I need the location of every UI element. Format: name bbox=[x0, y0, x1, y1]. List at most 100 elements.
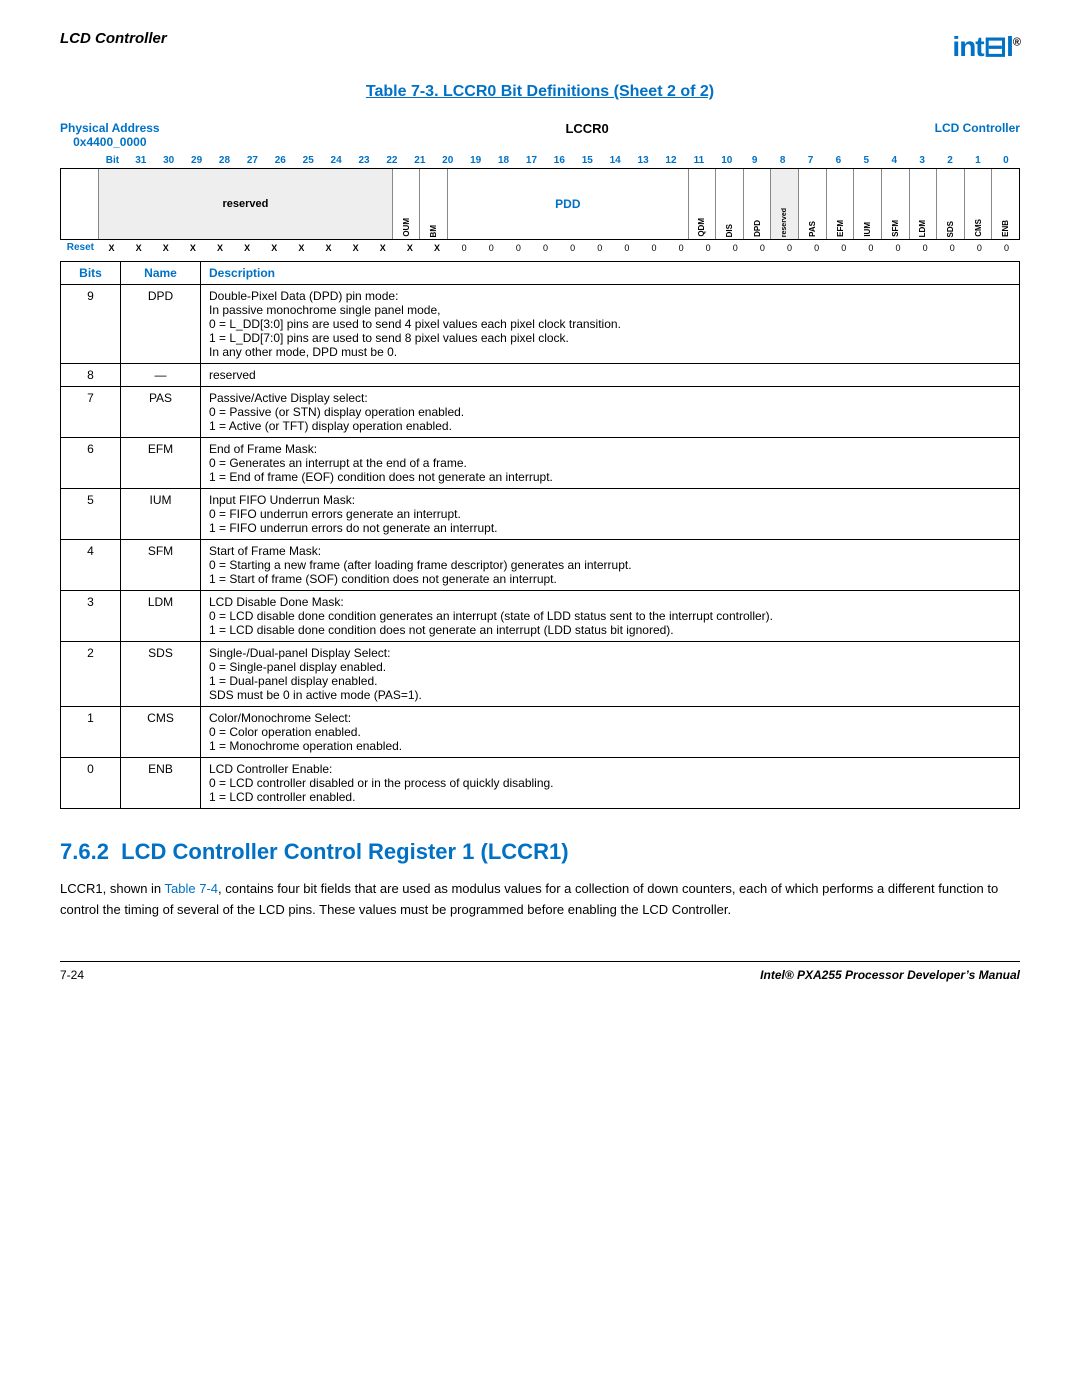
desc-ium-line3: 1 = FIFO underrun errors do not generate… bbox=[209, 521, 1011, 535]
reset-dpd: 0 bbox=[749, 243, 776, 253]
reset-ldm: 0 bbox=[912, 243, 939, 253]
bit-23: 23 bbox=[350, 155, 378, 166]
bit-18: 18 bbox=[490, 155, 518, 166]
bit-pas: 7 bbox=[61, 387, 121, 438]
desc-ium-line1: Input FIFO Underrun Mask: bbox=[209, 493, 1011, 507]
desc-pas-line3: 1 = Active (or TFT) display operation en… bbox=[209, 419, 1011, 433]
bit-5: 5 bbox=[852, 155, 880, 166]
table-row: 1 CMS Color/Monochrome Select: 0 = Color… bbox=[61, 707, 1020, 758]
bit-4: 4 bbox=[880, 155, 908, 166]
physical-address-col: Physical Address 0x4400_0000 bbox=[60, 121, 160, 149]
desc-sfm: Start of Frame Mask: 0 = Starting a new … bbox=[201, 540, 1020, 591]
sfm-field: SFM bbox=[882, 169, 910, 239]
pas-field: PAS bbox=[799, 169, 827, 239]
page-number: 7-24 bbox=[60, 968, 84, 982]
reset-sds: 0 bbox=[939, 243, 966, 253]
bit-17: 17 bbox=[518, 155, 546, 166]
section-number: 7.6.2 bbox=[60, 839, 109, 864]
bit-15: 15 bbox=[573, 155, 601, 166]
desc-sfm-line2: 0 = Starting a new frame (after loading … bbox=[209, 558, 1011, 572]
qdm-field: QDM bbox=[689, 169, 717, 239]
desc-efm: End of Frame Mask: 0 = Generates an inte… bbox=[201, 438, 1020, 489]
qdm-label: QDM bbox=[697, 218, 706, 237]
bit-1: 1 bbox=[964, 155, 992, 166]
cms-field: CMS bbox=[965, 169, 993, 239]
bit-0: 0 bbox=[992, 155, 1020, 166]
oum-label: OUM bbox=[402, 218, 411, 237]
section-intro: LCCR1, shown in bbox=[60, 881, 165, 896]
bit-30: 30 bbox=[155, 155, 183, 166]
bit-efm: 6 bbox=[61, 438, 121, 489]
reset-label: Reset bbox=[60, 242, 98, 253]
name-efm: EFM bbox=[121, 438, 201, 489]
cms-label: CMS bbox=[974, 219, 983, 237]
ium-label: IUM bbox=[863, 222, 872, 237]
desc-efm-line1: End of Frame Mask: bbox=[209, 442, 1011, 456]
table-row: 5 IUM Input FIFO Underrun Mask: 0 = FIFO… bbox=[61, 489, 1020, 540]
bit-8: 8 bbox=[769, 155, 797, 166]
bit-27: 27 bbox=[238, 155, 266, 166]
bit-enb: 0 bbox=[61, 758, 121, 809]
desc-enb-line1: LCD Controller Enable: bbox=[209, 762, 1011, 776]
description-table: Bits Name Description 9 DPD Double-Pixel… bbox=[60, 261, 1020, 809]
bit-26: 26 bbox=[266, 155, 294, 166]
reset-sfm: 0 bbox=[884, 243, 911, 253]
desc-ium-line2: 0 = FIFO underrun errors generate an int… bbox=[209, 507, 1011, 521]
bit-29: 29 bbox=[183, 155, 211, 166]
table-row: 0 ENB LCD Controller Enable: 0 = LCD con… bbox=[61, 758, 1020, 809]
dpd-field: DPD bbox=[744, 169, 772, 239]
reserved2-field: reserved bbox=[771, 169, 799, 239]
bit-ldm: 3 bbox=[61, 591, 121, 642]
pdd-field: PDD bbox=[448, 169, 689, 239]
bit-9: 9 bbox=[741, 155, 769, 166]
section-body: LCCR1, shown in Table 7-4, contains four… bbox=[60, 879, 1020, 921]
name-pas: PAS bbox=[121, 387, 201, 438]
table-title: Table 7-3. LCCR0 Bit Definitions (Sheet … bbox=[60, 83, 1020, 101]
desc-reserved2: reserved bbox=[201, 364, 1020, 387]
reset-dis: 0 bbox=[722, 243, 749, 253]
desc-cms-line2: 0 = Color operation enabled. bbox=[209, 725, 1011, 739]
oum-field: OUM bbox=[393, 169, 421, 239]
enb-field: ENB bbox=[992, 169, 1019, 239]
reserved-label: reserved bbox=[222, 198, 268, 210]
intel-logo: int⊟l® bbox=[952, 30, 1020, 63]
desc-ldm-line3: 1 = LCD disable done condition does not … bbox=[209, 623, 1011, 637]
desc-sds-line1: Single-/Dual-panel Display Select: bbox=[209, 646, 1011, 660]
desc-dpd-line4: 1 = L_DD[7:0] pins are used to send 8 pi… bbox=[209, 331, 1011, 345]
bit-sfm: 4 bbox=[61, 540, 121, 591]
reset-pdd: 0 0 0 0 0 0 0 0 0 bbox=[451, 243, 695, 253]
desc-ldm: LCD Disable Done Mask: 0 = LCD disable d… bbox=[201, 591, 1020, 642]
physical-address-value: 0x4400_0000 bbox=[60, 135, 160, 149]
section-heading: LCD Controller Control Register 1 (LCCR1… bbox=[121, 839, 568, 864]
reset-oum: X bbox=[396, 243, 423, 253]
table-row: 4 SFM Start of Frame Mask: 0 = Starting … bbox=[61, 540, 1020, 591]
name-ldm: LDM bbox=[121, 591, 201, 642]
bit-dpd: 9 bbox=[61, 285, 121, 364]
bit-21: 21 bbox=[406, 155, 434, 166]
desc-efm-line3: 1 = End of frame (EOF) condition does no… bbox=[209, 470, 1011, 484]
description-header: Description bbox=[201, 262, 1020, 285]
bit-31: 31 bbox=[127, 155, 155, 166]
desc-dpd-line3: 0 = L_DD[3:0] pins are used to send 4 pi… bbox=[209, 317, 1011, 331]
name-sfm: SFM bbox=[121, 540, 201, 591]
desc-sfm-line3: 1 = Start of frame (SOF) condition does … bbox=[209, 572, 1011, 586]
desc-sds: Single-/Dual-panel Display Select: 0 = S… bbox=[201, 642, 1020, 707]
sfm-label: SFM bbox=[891, 220, 900, 237]
desc-pas: Passive/Active Display select: 0 = Passi… bbox=[201, 387, 1020, 438]
manual-title: Intel® PXA255 Processor Developer’s Manu… bbox=[760, 968, 1020, 982]
bits-header: Bits bbox=[61, 262, 121, 285]
section-762: 7.6.2 LCD Controller Control Register 1 … bbox=[60, 839, 1020, 921]
table-row: 6 EFM End of Frame Mask: 0 = Generates a… bbox=[61, 438, 1020, 489]
bit-cms: 1 bbox=[61, 707, 121, 758]
reset-efm: 0 bbox=[830, 243, 857, 253]
sds-field: SDS bbox=[937, 169, 965, 239]
desc-enb-line2: 0 = LCD controller disabled or in the pr… bbox=[209, 776, 1011, 790]
table-ref-link[interactable]: Table 7-4 bbox=[165, 881, 218, 896]
table-row: 8 — reserved bbox=[61, 364, 1020, 387]
bit-3: 3 bbox=[908, 155, 936, 166]
desc-pas-line2: 0 = Passive (or STN) display operation e… bbox=[209, 405, 1011, 419]
bit-6: 6 bbox=[824, 155, 852, 166]
page-header: LCD Controller int⊟l® bbox=[60, 30, 1020, 63]
sds-label: SDS bbox=[946, 221, 955, 237]
desc-ium: Input FIFO Underrun Mask: 0 = FIFO under… bbox=[201, 489, 1020, 540]
